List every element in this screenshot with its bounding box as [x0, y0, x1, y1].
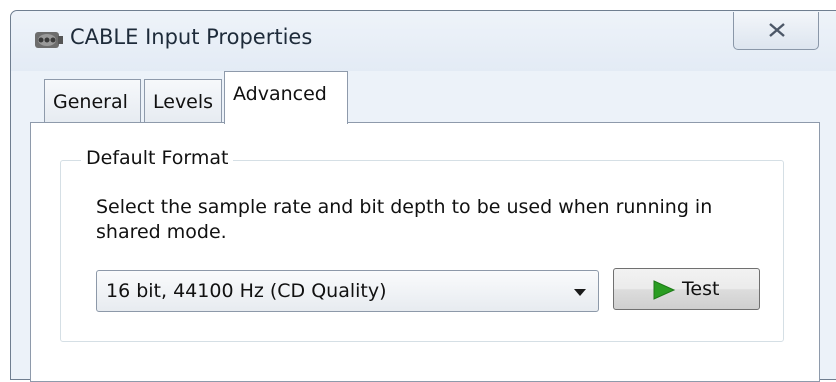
group-title: Default Format: [81, 147, 234, 169]
close-button[interactable]: [733, 12, 819, 50]
close-x-icon: [769, 23, 785, 37]
tab-levels[interactable]: Levels: [144, 79, 222, 123]
default-format-group: [60, 160, 784, 342]
test-label: Test: [682, 278, 720, 300]
window-title: CABLE Input Properties: [70, 25, 313, 49]
speaker-device-icon: [31, 26, 65, 52]
tab-label: Advanced: [233, 83, 327, 105]
selected-format: 16 bit, 44100 Hz (CD Quality): [106, 280, 387, 302]
default-format-dropdown[interactable]: 16 bit, 44100 Hz (CD Quality): [96, 270, 599, 312]
tab-label: General: [53, 91, 128, 113]
chevron-down-icon: [574, 289, 586, 296]
tab-general[interactable]: General: [44, 79, 141, 123]
tab-advanced[interactable]: Advanced: [224, 71, 348, 124]
test-button[interactable]: Test: [613, 268, 760, 310]
tab-label: Levels: [153, 91, 214, 113]
title-bar: CABLE Input Properties: [11, 11, 836, 71]
play-icon: [653, 280, 676, 300]
format-description: Select the sample rate and bit depth to …: [96, 196, 713, 243]
